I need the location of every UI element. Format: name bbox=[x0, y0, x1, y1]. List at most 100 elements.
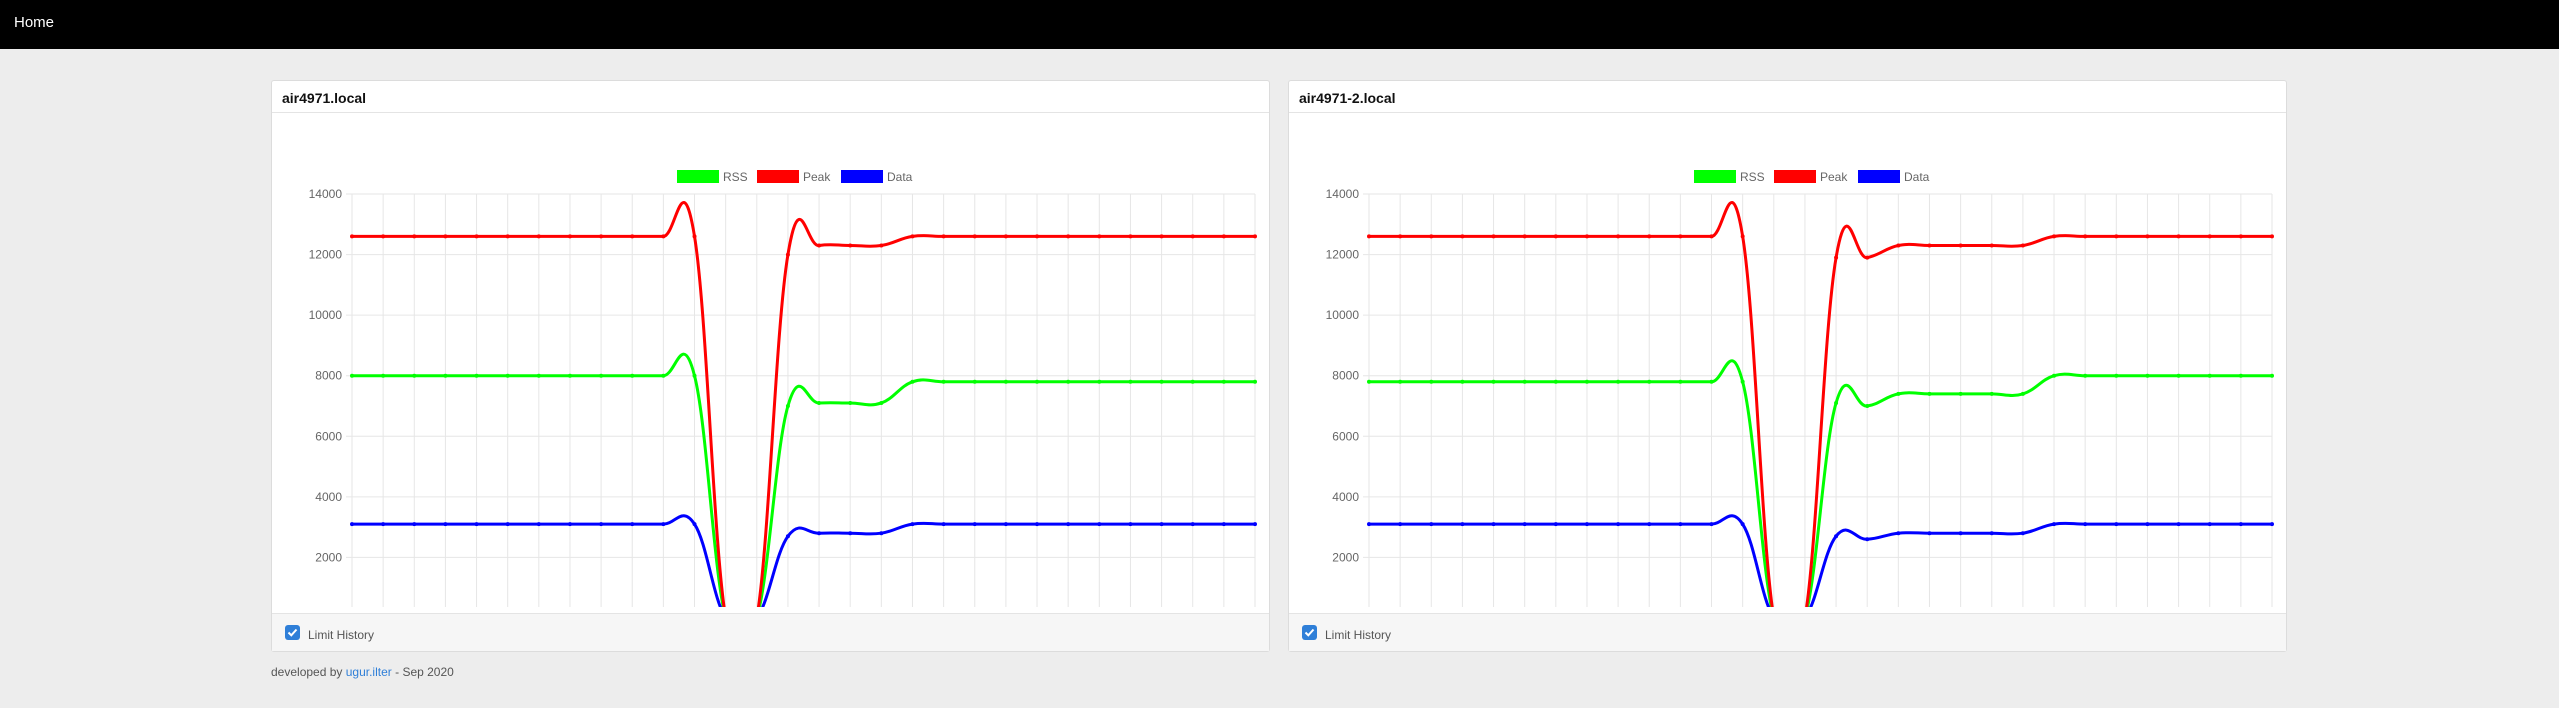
data-point-peak bbox=[599, 234, 604, 239]
data-point-peak bbox=[1159, 234, 1164, 239]
data-point-rss bbox=[474, 373, 479, 378]
data-point-rss bbox=[1128, 379, 1133, 384]
data-point-rss bbox=[1190, 379, 1195, 384]
data-point-peak bbox=[848, 243, 853, 248]
data-point-peak bbox=[1491, 234, 1496, 239]
data-point-data bbox=[567, 522, 572, 527]
legend-swatch-peak bbox=[757, 170, 799, 183]
data-point-rss bbox=[1927, 391, 1932, 396]
data-point-data bbox=[1958, 531, 1963, 536]
data-point-peak bbox=[1865, 255, 1870, 260]
panel-footer: Limit History bbox=[272, 613, 1269, 651]
data-point-rss bbox=[2270, 373, 2274, 378]
data-point-data bbox=[1253, 522, 1257, 527]
data-point-data bbox=[1865, 537, 1870, 542]
data-point-peak bbox=[412, 234, 417, 239]
data-point-rss bbox=[2083, 373, 2088, 378]
data-point-rss bbox=[1522, 379, 1527, 384]
data-point-data bbox=[2114, 522, 2119, 527]
data-point-data bbox=[941, 522, 946, 527]
data-point-data bbox=[1190, 522, 1195, 527]
data-point-peak bbox=[1190, 234, 1195, 239]
data-point-data bbox=[1398, 522, 1403, 527]
data-point-peak bbox=[536, 234, 541, 239]
data-point-rss bbox=[599, 373, 604, 378]
data-point-peak bbox=[2083, 234, 2088, 239]
data-point-peak bbox=[2176, 234, 2181, 239]
data-point-peak bbox=[2270, 234, 2274, 239]
data-point-data bbox=[661, 522, 666, 527]
legend-swatch-peak bbox=[1774, 170, 1816, 183]
data-point-rss bbox=[848, 400, 853, 405]
data-point-rss bbox=[1367, 379, 1371, 384]
data-point-data bbox=[1460, 522, 1465, 527]
data-point-rss bbox=[1159, 379, 1164, 384]
data-point-rss bbox=[692, 373, 697, 378]
y-tick-label: 12000 bbox=[309, 248, 343, 262]
panel-header: air4971.local bbox=[272, 81, 1269, 113]
data-point-rss bbox=[879, 400, 884, 405]
data-point-peak bbox=[817, 243, 822, 248]
data-point-peak bbox=[1522, 234, 1527, 239]
top-navbar: Home bbox=[0, 0, 2559, 49]
credit-suffix: - Sep 2020 bbox=[395, 665, 454, 679]
data-point-rss bbox=[2176, 373, 2181, 378]
legend-swatch-rss bbox=[1694, 170, 1736, 183]
data-point-rss bbox=[2145, 373, 2150, 378]
y-tick-label: 10000 bbox=[1326, 308, 1360, 322]
data-point-peak bbox=[2114, 234, 2119, 239]
data-point-rss bbox=[1584, 379, 1589, 384]
data-point-data bbox=[1128, 522, 1133, 527]
data-point-rss bbox=[1865, 404, 1870, 408]
author-link[interactable]: ugur.ilter bbox=[346, 665, 392, 679]
limit-history-checkbox[interactable] bbox=[1302, 625, 1317, 640]
data-point-data bbox=[1989, 531, 1994, 536]
home-link[interactable]: Home bbox=[14, 14, 54, 31]
data-point-data bbox=[692, 522, 697, 527]
y-tick-label: 12000 bbox=[1326, 248, 1360, 262]
limit-history-checkbox[interactable] bbox=[285, 625, 300, 640]
data-point-peak bbox=[1896, 243, 1901, 248]
data-point-data bbox=[630, 522, 635, 527]
data-point-peak bbox=[350, 234, 354, 239]
legend-label-rss: RSS bbox=[1740, 170, 1765, 184]
chart-panel-1: air4971.local RSSPeakData020004000600080… bbox=[271, 80, 1270, 652]
data-point-peak bbox=[1958, 243, 1963, 248]
y-tick-label: 14000 bbox=[1326, 187, 1360, 201]
data-point-data bbox=[1927, 531, 1932, 536]
data-point-rss bbox=[2207, 373, 2212, 378]
series-line-data bbox=[352, 514, 1256, 607]
data-point-peak bbox=[1221, 234, 1226, 239]
data-point-rss bbox=[1647, 379, 1652, 384]
data-point-peak bbox=[785, 252, 790, 257]
data-point-peak bbox=[443, 234, 448, 239]
panel-title: air4971-2.local bbox=[1299, 90, 1396, 106]
data-point-peak bbox=[474, 234, 479, 239]
data-point-peak bbox=[661, 234, 666, 239]
y-tick-label: 4000 bbox=[315, 490, 342, 504]
data-point-rss bbox=[1066, 379, 1071, 384]
data-point-data bbox=[879, 531, 884, 536]
data-point-data bbox=[1616, 522, 1621, 527]
data-point-data bbox=[2270, 522, 2274, 527]
data-point-rss bbox=[785, 404, 790, 408]
data-point-data bbox=[1740, 522, 1745, 527]
data-point-rss bbox=[1398, 379, 1403, 384]
panel-footer: Limit History bbox=[1289, 613, 2286, 651]
data-point-data bbox=[785, 534, 790, 539]
limit-history-label: Limit History bbox=[1325, 628, 1392, 642]
series-line-rss bbox=[352, 352, 1255, 607]
data-point-rss bbox=[1989, 391, 1994, 396]
data-point-data bbox=[443, 522, 448, 527]
check-icon bbox=[287, 628, 298, 637]
legend-swatch-rss bbox=[677, 170, 719, 183]
data-point-rss bbox=[381, 373, 386, 378]
data-point-rss bbox=[661, 373, 666, 378]
y-tick-label: 8000 bbox=[1332, 369, 1359, 383]
data-point-peak bbox=[1989, 243, 1994, 248]
data-point-peak bbox=[1097, 234, 1102, 239]
data-point-peak bbox=[1834, 255, 1839, 260]
data-point-peak bbox=[692, 234, 697, 239]
data-point-peak bbox=[1460, 234, 1465, 239]
limit-history-label: Limit History bbox=[308, 628, 375, 642]
